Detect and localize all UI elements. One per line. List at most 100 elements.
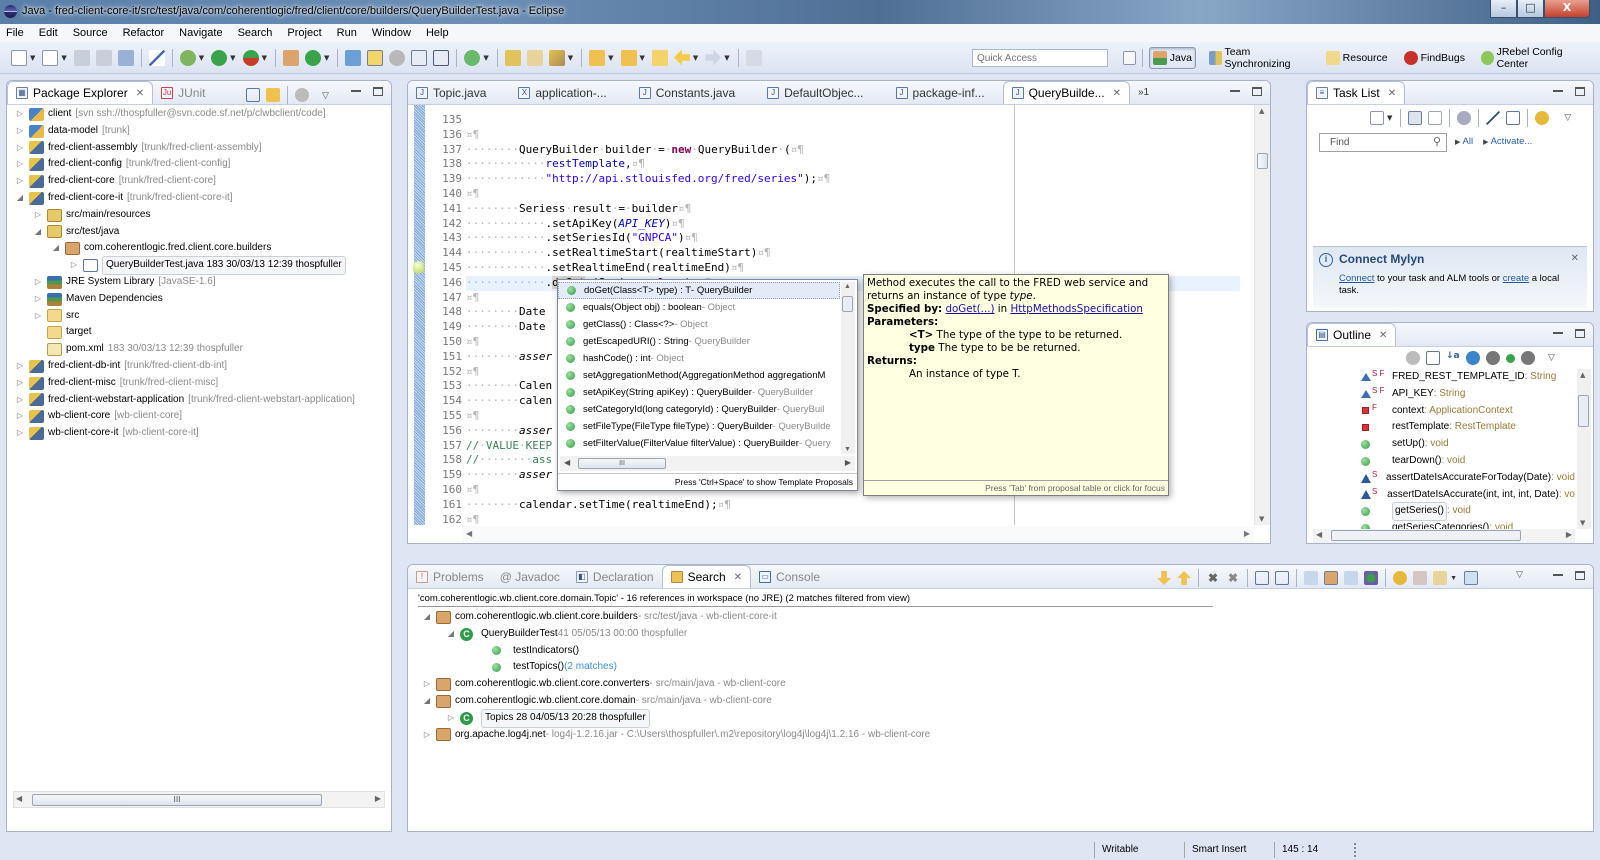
menu-window[interactable]: Window [372, 27, 411, 39]
minimize-icon[interactable] [351, 90, 361, 92]
collapsed-icon[interactable]: ▷ [15, 156, 25, 173]
outline-item[interactable]: Fcontext : ApplicationContext [1361, 403, 1575, 420]
scrollbar-thumb[interactable]: III [32, 794, 322, 806]
proposal-item[interactable]: hashCode() : int - Object [558, 350, 840, 367]
collapsed-icon[interactable]: ▷ [15, 392, 25, 409]
tree-item[interactable]: ▷ data-model [trunk] [15, 123, 391, 140]
hide-fields-icon[interactable] [1466, 351, 1480, 365]
menu-file[interactable]: File [6, 27, 24, 39]
group-by-file-icon[interactable] [1344, 571, 1359, 585]
tab-outline[interactable]: ▤ Outline ✕ [1307, 323, 1397, 346]
collapsed-icon[interactable]: ▷ [33, 207, 43, 224]
collapsed-icon[interactable]: ▷ [33, 308, 43, 325]
perspective-resource[interactable]: Resource [1323, 47, 1391, 69]
maximize-icon[interactable] [373, 87, 383, 96]
tree-item[interactable]: ▷ fred-client-webstart-application [trunk/… [15, 392, 391, 409]
debug-icon[interactable] [179, 49, 196, 66]
scrollbar-thumb[interactable] [1578, 395, 1589, 427]
menu-search[interactable]: Search [238, 27, 273, 39]
tree-item[interactable]: ▷ src/main/resources [15, 207, 391, 224]
editor-horizontal-scrollbar[interactable]: ◀ ▶ [462, 526, 1254, 543]
save-all-icon[interactable] [95, 49, 112, 66]
scheduled-icon[interactable] [1428, 111, 1443, 125]
view-menu-icon[interactable]: ▽ [1516, 569, 1523, 580]
outline-item[interactable]: S F API_KEY : String [1361, 386, 1575, 403]
perspective-java[interactable]: Java [1148, 47, 1196, 69]
tree-item[interactable]: ◢ fred-client-core-it [trunk/fred-client-c… [15, 190, 391, 207]
new-dropdown-icon[interactable]: ▼ [30, 54, 35, 62]
expanded-icon[interactable]: ◢ [422, 609, 432, 626]
proposal-item[interactable]: setFilterValue(FilterValue filterValue) … [558, 435, 840, 452]
view-menu-icon[interactable]: ▽ [1564, 113, 1571, 123]
group-by-package-icon[interactable] [1324, 571, 1339, 585]
search-result-item[interactable]: ▷ org.apache.log4j.net - log4j-1.2.16.jar… [422, 727, 1593, 744]
editor-tab[interactable]: J Topic.java [408, 81, 494, 104]
tree-item[interactable]: pom.xml 183 30/03/13 12:39 thospfuller [15, 341, 391, 358]
tab-javadoc[interactable]: @ Javadoc [492, 565, 568, 588]
new-type-dropdown-icon[interactable]: ▼ [61, 54, 66, 62]
scrollbar-thumb[interactable] [1257, 153, 1268, 169]
outline-item[interactable]: S F FRED_REST_TEMPLATE_ID : String [1361, 369, 1575, 386]
outline-vertical-scrollbar[interactable]: ▲ ▼ [1577, 369, 1591, 529]
create-link[interactable]: create [1503, 273, 1529, 284]
menu-help[interactable]: Help [426, 27, 449, 39]
scroll-down-icon[interactable]: ▼ [1259, 515, 1264, 523]
maximize-icon[interactable] [1575, 87, 1585, 96]
search-result-item[interactable]: ▷ com.coherentlogic.wb.client.core.conver… [422, 676, 1593, 693]
lightbulb-icon[interactable] [413, 261, 424, 273]
remove-all-matches-icon[interactable]: ✖ [1226, 571, 1240, 585]
refresh-icon[interactable] [1393, 571, 1408, 585]
view-menu-icon[interactable]: ▽ [322, 90, 329, 101]
search-result-item[interactable]: testIndicators() [422, 643, 1593, 660]
proposal-item[interactable]: setAggregationMethod(AggregationMethod a… [558, 367, 840, 384]
tab-overflow[interactable]: »1 [1130, 81, 1157, 104]
previous-annotation-icon[interactable] [620, 49, 637, 66]
collapsed-icon[interactable]: ▷ [69, 257, 79, 274]
outline-item[interactable]: SassertDateIsAccurate(int, int, int, Dat… [1361, 487, 1575, 504]
collapsed-icon[interactable]: ▷ [15, 106, 25, 123]
next-match-icon[interactable] [1157, 571, 1172, 585]
scrollbar-thumb[interactable] [1331, 530, 1521, 541]
outline-horizontal-scrollbar[interactable]: ◀ ▶ [1313, 529, 1575, 543]
scroll-left-icon[interactable]: ◀ [564, 458, 570, 467]
scroll-left-icon[interactable]: ◀ [466, 529, 472, 538]
perspective-jrebel[interactable]: JRebel Config Center [1478, 46, 1590, 70]
outline-item[interactable]: restTemplate : RestTemplate [1361, 419, 1575, 436]
tree-item[interactable]: ▷ fred-client-assembly [trunk/fred-client-… [15, 140, 391, 157]
open-type-icon[interactable] [345, 49, 362, 66]
minimize-icon[interactable] [1553, 90, 1563, 92]
perspective-team-synchronizing[interactable]: Team Synchronizing [1206, 46, 1313, 70]
toggle-block-selection-icon[interactable] [389, 49, 406, 66]
tree-item[interactable]: ▷ Maven Dependencies [15, 291, 391, 308]
scrollbar-thumb[interactable]: III [578, 458, 666, 469]
search-result-item[interactable]: ◢ com.coherentlogic.wb.client.core.domain… [422, 693, 1593, 710]
tree-item[interactable]: ▷ wb-client-core [wb-client-core] [15, 408, 391, 425]
minimize-icon[interactable] [1230, 90, 1240, 92]
new-icon[interactable] [11, 49, 27, 66]
all-tasks-link[interactable]: ▶ All [1455, 136, 1473, 147]
open-task-icon[interactable] [504, 49, 521, 66]
proposal-item[interactable]: getClass() : Class<?> - Object [558, 316, 840, 333]
mark-occurrences-icon[interactable] [367, 49, 384, 66]
proposal-horizontal-scrollbar[interactable]: ◀ III ▶ [560, 456, 855, 471]
scroll-down-icon[interactable]: ▼ [1580, 519, 1585, 527]
tab-package-explorer[interactable]: ▦ Package Explorer ✕ [7, 81, 154, 104]
scroll-left-icon[interactable]: ◀ [1316, 530, 1322, 539]
close-tab-icon[interactable]: ✕ [1379, 330, 1387, 341]
next-annotation-icon[interactable] [589, 49, 606, 66]
open-folder-icon[interactable] [526, 49, 543, 66]
hide-local-types-icon[interactable] [1521, 351, 1535, 365]
tab-declaration[interactable]: ◧ Declaration [568, 565, 662, 588]
synchronize-icon[interactable] [1535, 111, 1550, 125]
collapsed-icon[interactable]: ▷ [15, 123, 25, 140]
close-tab-icon[interactable]: ✕ [1388, 88, 1396, 99]
minimize-icon[interactable] [1553, 332, 1563, 334]
scroll-right-icon[interactable]: ▶ [1566, 530, 1572, 539]
maximize-icon[interactable] [1575, 571, 1585, 580]
expanded-icon[interactable]: ◢ [422, 693, 432, 710]
minimize-icon[interactable] [1553, 574, 1563, 576]
jrebel-icon[interactable] [464, 49, 481, 66]
show-whitespace-icon[interactable] [433, 49, 450, 66]
minimize-button[interactable]: – [1490, 0, 1517, 18]
scrollbar-thumb[interactable] [842, 296, 853, 312]
